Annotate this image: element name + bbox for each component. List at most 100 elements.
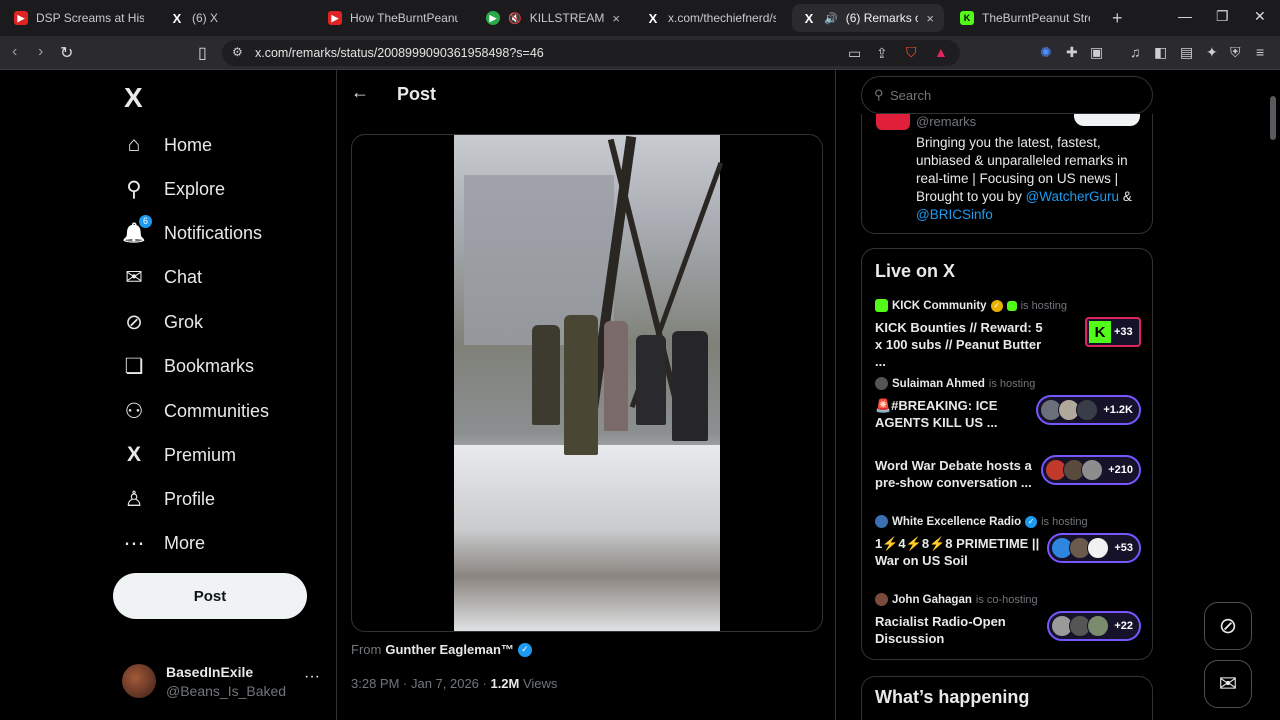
browser-tab[interactable]: ▶ DSP Screams at His TV as (4, 4, 154, 32)
space-host-line: Sulaiman Ahmed is hosting (875, 377, 1035, 390)
kick-favicon-icon: K (960, 11, 974, 25)
media-icon[interactable]: ♫ (1130, 44, 1141, 60)
back-icon[interactable]: ‹ (12, 43, 17, 61)
more-options-icon[interactable]: ··· (304, 668, 320, 686)
brave-shield-icon[interactable]: ⛉ (906, 44, 917, 61)
address-bar-row: ‹ › ↻ ▯ ⚙ x.com/remarks/status/200899909… (0, 36, 1280, 70)
browser-tab-active[interactable]: X 🔊 (6) Remarks on X: × (792, 4, 944, 32)
tab-search-icon[interactable]: ▣ (1090, 44, 1103, 61)
space-host-line: John Gahagan is co-hosting (875, 593, 1038, 606)
verified-badge-icon: ✓ (517, 642, 532, 657)
new-tab-icon[interactable]: + (1112, 8, 1123, 29)
communities-icon: ⚇ (124, 399, 144, 423)
video-scene-person (532, 325, 560, 425)
messages-fab-icon[interactable]: ✉ (1204, 660, 1252, 708)
live-space-item[interactable]: KICK Community ✓ is hosting KICK Bountie… (875, 299, 1141, 373)
tab-title: TheBurntPeanut Stream (982, 11, 1090, 25)
post-timestamp[interactable]: 3:28 PM · Jan 7, 2026 · (351, 676, 490, 691)
tab-close-icon[interactable]: × (926, 11, 934, 26)
nav-grok[interactable]: ⊘ Grok (122, 300, 203, 344)
browser-tab[interactable]: ▶ 🔇 KILLSTREAM: Rich × (476, 4, 630, 32)
host-avatar (875, 515, 888, 528)
tab-close-icon[interactable]: × (612, 11, 620, 26)
tab-title: x.com/thechiefnerd/status (668, 11, 776, 25)
bio-link-watcherguru[interactable]: @WatcherGuru (1026, 189, 1119, 204)
browser-tab[interactable]: K TheBurntPeanut Stream (950, 4, 1100, 32)
profile-handle[interactable]: @remarks (916, 114, 976, 129)
remarks-avatar[interactable] (876, 114, 910, 130)
browser-tab-strip: ▶ DSP Screams at His TV as X (6) X ▶ How… (0, 0, 1280, 36)
site-info-icon[interactable]: ⚙ (232, 45, 243, 59)
nav-label: Premium (164, 444, 237, 465)
video-scene-person (636, 335, 666, 425)
kick-badge-icon (1006, 300, 1017, 311)
follow-button[interactable] (1074, 114, 1140, 126)
cast-icon[interactable]: ▭ (848, 45, 861, 62)
account-switcher[interactable]: BasedInExile @Beans_Is_Baked ··· (122, 656, 332, 706)
post-video[interactable] (351, 134, 823, 632)
nav-explore[interactable]: ⚲ Explore (122, 167, 225, 211)
space-title: 1⚡4⚡8⚡8 PRIMETIME || War on US Soil (875, 536, 1040, 568)
reload-icon[interactable]: ↻ (60, 43, 73, 63)
nav-notifications[interactable]: 🔔 6 Notifications (122, 211, 262, 255)
page-title: Post (397, 84, 437, 104)
extension-icon[interactable]: ✺ (1040, 44, 1052, 61)
leo-ai-icon[interactable]: ✦ (1206, 44, 1218, 61)
source-author-link[interactable]: Gunther Eagleman™ (385, 642, 514, 657)
url-text: x.com/remarks/status/2008999090361958498… (255, 46, 544, 60)
live-on-x-panel: Live on X KICK Community ✓ is hosting KI… (861, 248, 1153, 660)
live-space-item[interactable]: Sulaiman Ahmed is hosting 🚨#BREAKING: IC… (875, 377, 1141, 451)
live-space-item[interactable]: White Excellence Radio ✓ is hosting 1⚡4⚡… (875, 515, 1141, 589)
profile-card: @remarks Bringing you the latest, fastes… (861, 114, 1153, 234)
search-icon: ⚲ (126, 177, 142, 201)
browser-tab[interactable]: X (6) X (160, 4, 310, 32)
verified-badge-icon: ✓ (1025, 515, 1038, 528)
bell-icon: 🔔 6 (122, 215, 152, 245)
space-listeners: +53 (1047, 533, 1141, 563)
vpn-icon[interactable]: ⛨ (1230, 44, 1241, 61)
minimize-icon[interactable]: — (1178, 8, 1192, 24)
sidebar-toggle-icon[interactable]: ◧ (1154, 44, 1167, 61)
nav-profile[interactable]: ♙ Profile (122, 477, 215, 521)
youtube-favicon-icon: ▶ (14, 11, 28, 25)
speaker-icon[interactable]: 🔊 (824, 12, 838, 25)
tab-title: (6) X (192, 11, 219, 25)
post-button[interactable]: Post (113, 573, 307, 619)
nav-label: Notifications (164, 222, 263, 243)
space-host-line: White Excellence Radio ✓ is hosting (875, 515, 1088, 528)
nav-label: Home (164, 134, 213, 155)
listener-count: +33 (1114, 326, 1133, 338)
extensions-puzzle-icon[interactable]: ✚ (1066, 44, 1078, 61)
wallet-icon[interactable]: ▤ (1180, 44, 1193, 61)
more-icon: ⋯ (123, 531, 145, 555)
forward-icon[interactable]: › (38, 43, 43, 61)
brave-rewards-icon[interactable]: ▲ (934, 44, 948, 60)
bookmark-page-icon[interactable]: ▯ (198, 43, 207, 63)
close-window-icon[interactable]: ✕ (1254, 8, 1266, 25)
menu-icon[interactable]: ≡ (1256, 44, 1264, 60)
restore-icon[interactable]: ❐ (1216, 8, 1229, 25)
share-icon[interactable]: ⇪ (876, 45, 888, 62)
bio-link-bricsinfo[interactable]: @BRICSinfo (916, 207, 993, 222)
scrollbar-thumb[interactable] (1270, 96, 1276, 140)
nav-chat[interactable]: ✉ Chat (122, 255, 202, 299)
browser-tab[interactable]: ▶ How TheBurntPeanut Took (318, 4, 468, 32)
space-host-name: White Excellence Radio (892, 515, 1022, 528)
url-field[interactable]: ⚙ x.com/remarks/status/20089990903619584… (222, 40, 960, 66)
nav-premium[interactable]: X Premium (122, 433, 236, 477)
nav-more[interactable]: ⋯ More (122, 521, 206, 565)
back-arrow-icon[interactable]: ← (351, 82, 369, 103)
nav-bookmarks[interactable]: ❏ Bookmarks (122, 344, 254, 388)
grok-fab-icon[interactable]: ⊘ (1204, 602, 1252, 650)
browser-tab[interactable]: X x.com/thechiefnerd/status (636, 4, 786, 32)
x-logo-icon[interactable]: X (124, 82, 143, 114)
nav-communities[interactable]: ⚇ Communities (122, 389, 269, 433)
search-input[interactable]: ⚲ Search (861, 76, 1153, 114)
video-frame[interactable] (454, 135, 724, 631)
nav-label: Profile (164, 488, 216, 509)
muted-speaker-icon[interactable]: 🔇 (508, 12, 522, 25)
tab-title: How TheBurntPeanut Took (350, 11, 458, 25)
live-space-item[interactable]: John Gahagan is co-hosting Racialist Rad… (875, 593, 1141, 667)
video-scene-person (672, 331, 708, 441)
nav-home[interactable]: ⌂ Home (122, 123, 212, 167)
